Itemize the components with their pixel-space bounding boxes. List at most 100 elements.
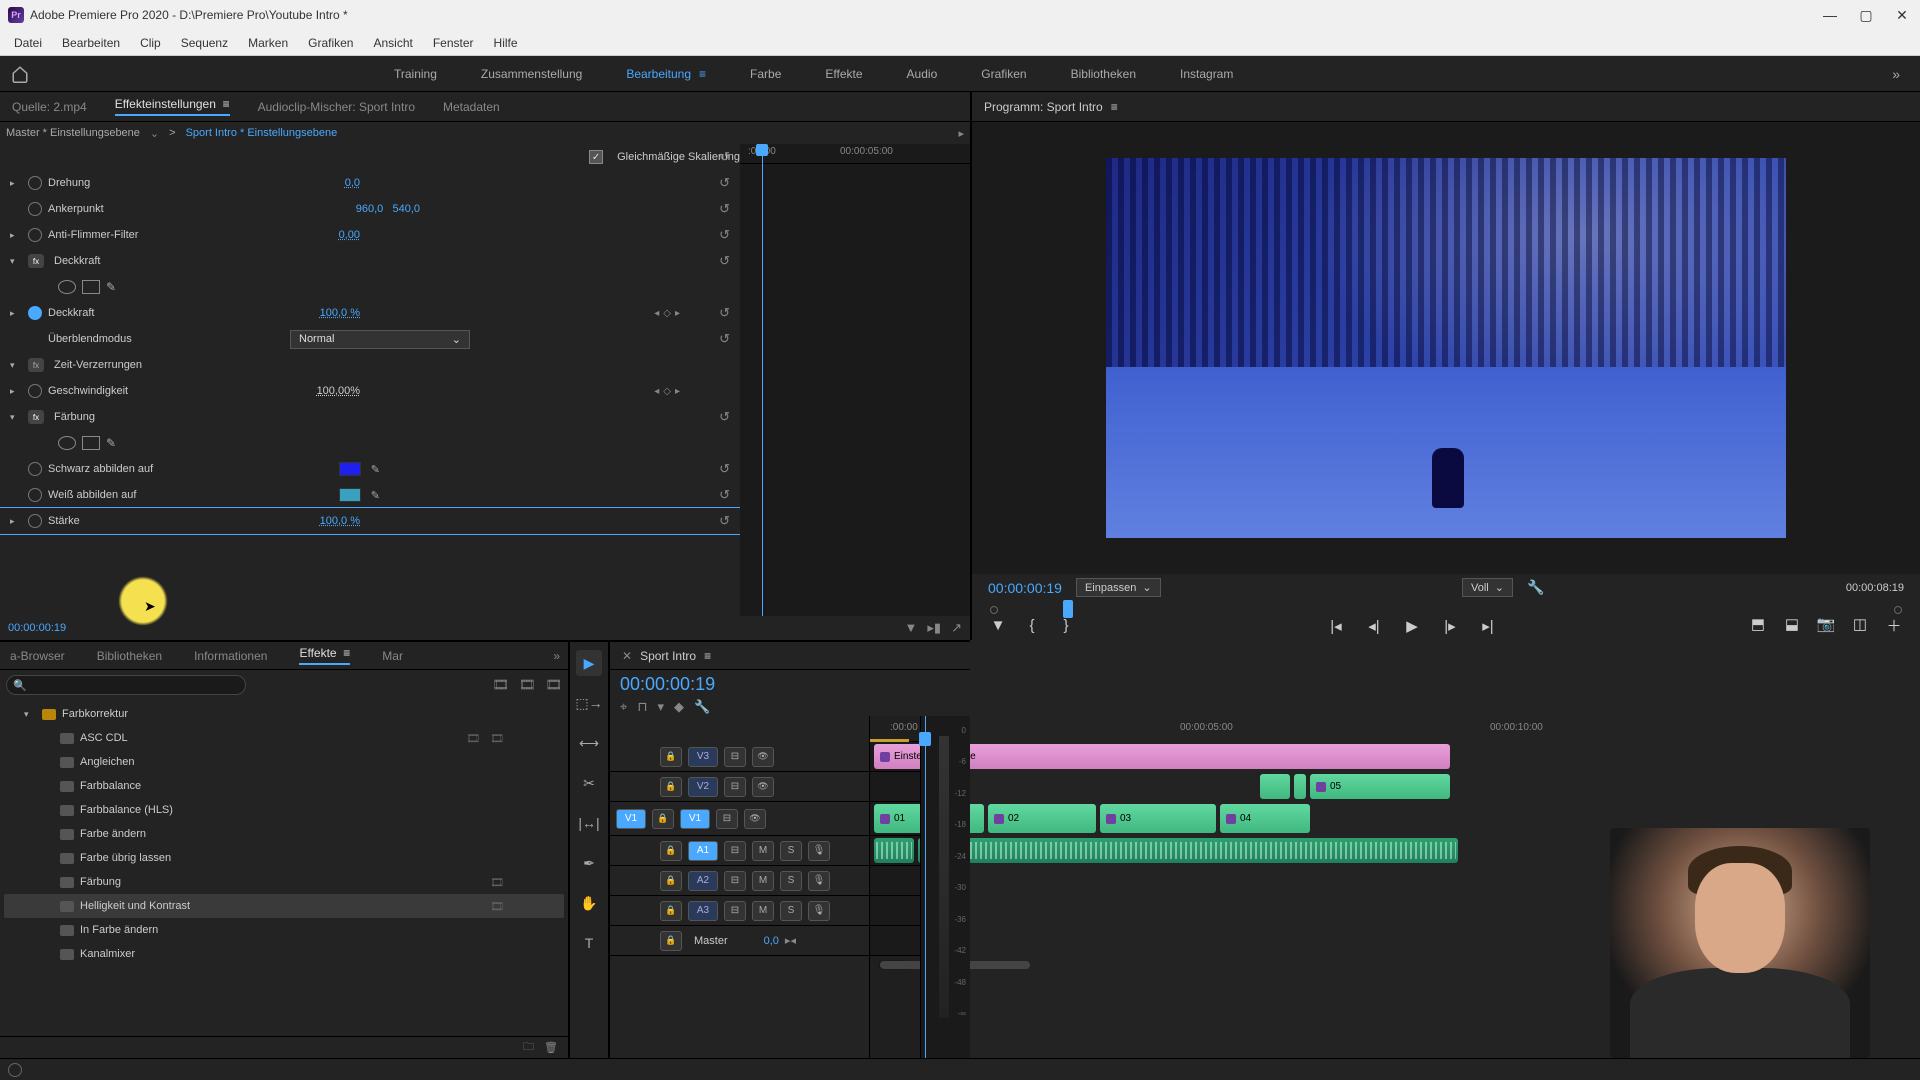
workspace-effects[interactable]: Effekte bbox=[823, 61, 864, 87]
tab-effects[interactable]: Effekte ≡ bbox=[297, 642, 352, 669]
tab-metadata[interactable]: Metadaten bbox=[441, 96, 502, 118]
solo-button[interactable]: S bbox=[780, 871, 802, 891]
go-to-in-icon[interactable]: |◂ bbox=[1326, 617, 1346, 635]
uniform-scale-checkbox[interactable]: ✓ bbox=[589, 150, 603, 164]
menu-edit[interactable]: Bearbeiten bbox=[52, 32, 130, 54]
lock-track-button[interactable] bbox=[660, 777, 682, 797]
effect-item[interactable]: Farbbalance (HLS) bbox=[4, 798, 564, 822]
workspace-editing[interactable]: Bearbeitung≡ bbox=[624, 61, 708, 87]
clip[interactable] bbox=[1294, 774, 1306, 799]
mute-button[interactable]: M bbox=[752, 871, 774, 891]
effect-item[interactable]: Farbbalance bbox=[4, 774, 564, 798]
menu-markers[interactable]: Marken bbox=[238, 32, 298, 54]
sequence-clip-label[interactable]: Sport Intro * Einstellungsebene bbox=[186, 127, 338, 139]
mark-in-icon[interactable]: { bbox=[1022, 617, 1042, 634]
add-button-icon[interactable]: ＋ bbox=[1884, 615, 1904, 636]
ripple-tool[interactable]: ⟷ bbox=[576, 730, 602, 756]
solo-button[interactable]: S bbox=[780, 841, 802, 861]
pen-tool[interactable]: ✒ bbox=[576, 850, 602, 876]
sync-lock-button[interactable] bbox=[716, 809, 738, 829]
twirl-icon[interactable]: ▾ bbox=[10, 412, 22, 423]
selection-tool[interactable]: ▶ bbox=[576, 650, 602, 676]
sync-lock-button[interactable] bbox=[724, 871, 746, 891]
audio-clip[interactable] bbox=[874, 838, 914, 863]
voice-over-button[interactable]: 🎙 bbox=[808, 901, 830, 921]
clip[interactable] bbox=[1260, 774, 1290, 799]
reset-icon[interactable]: ↺ bbox=[719, 513, 730, 529]
wrench-icon[interactable]: 🔧 bbox=[694, 699, 710, 715]
toggle-track-output[interactable] bbox=[744, 809, 766, 829]
fx-badge[interactable]: fx bbox=[28, 410, 44, 424]
workspace-training[interactable]: Training bbox=[392, 61, 439, 87]
fx-type-icon[interactable]: 🎞 bbox=[545, 677, 562, 693]
effect-item[interactable]: Kanalmixer bbox=[4, 942, 564, 966]
effect-item[interactable]: Farbe übrig lassen bbox=[4, 846, 564, 870]
menu-view[interactable]: Ansicht bbox=[363, 32, 422, 54]
voice-over-button[interactable]: 🎙 bbox=[808, 871, 830, 891]
lock-track-button[interactable] bbox=[660, 931, 682, 951]
razor-tool[interactable]: ✂ bbox=[576, 770, 602, 796]
play-toggle-icon[interactable]: ▸ bbox=[958, 127, 964, 140]
filter-icon[interactable]: ▼ bbox=[905, 620, 918, 636]
audio-clip[interactable] bbox=[918, 838, 1458, 863]
map-black-color[interactable] bbox=[339, 462, 361, 476]
sync-lock-button[interactable] bbox=[724, 841, 746, 861]
reset-icon[interactable]: ↺ bbox=[719, 201, 730, 217]
lock-track-button[interactable] bbox=[660, 901, 682, 921]
mute-button[interactable]: M bbox=[752, 841, 774, 861]
timeline-title[interactable]: Sport Intro bbox=[640, 649, 696, 663]
fx-type-icon[interactable]: 🎞 bbox=[519, 677, 536, 693]
opacity-value[interactable]: 100,0 % bbox=[320, 307, 360, 319]
ellipse-mask-icon[interactable] bbox=[58, 436, 76, 450]
twirl-icon[interactable]: ▸ bbox=[10, 516, 22, 527]
track-v1-label[interactable]: V1 bbox=[680, 809, 710, 829]
keyframe-nav[interactable]: ◂◇▸ bbox=[654, 386, 680, 397]
stopwatch-icon[interactable] bbox=[28, 176, 42, 190]
lock-track-button[interactable] bbox=[652, 809, 674, 829]
step-back-icon[interactable]: ◂| bbox=[1364, 617, 1384, 635]
menu-sequence[interactable]: Sequenz bbox=[171, 32, 238, 54]
menu-clip[interactable]: Clip bbox=[130, 32, 171, 54]
tab-media-browser[interactable]: a-Browser bbox=[8, 645, 67, 667]
voice-over-button[interactable]: 🎙 bbox=[808, 841, 830, 861]
twirl-icon[interactable]: ▸ bbox=[10, 386, 22, 397]
new-bin-icon[interactable]: 🗀 bbox=[523, 1038, 534, 1057]
map-white-color[interactable] bbox=[339, 488, 361, 502]
track-v2-label[interactable]: V2 bbox=[688, 777, 718, 797]
tab-effect-controls[interactable]: Effekteinstellungen ≡ bbox=[113, 93, 232, 120]
ec-current-time[interactable]: 00:00:00:19 bbox=[8, 622, 66, 634]
lock-track-button[interactable] bbox=[660, 747, 682, 767]
clip-05[interactable]: 05 bbox=[1310, 774, 1450, 799]
eyedropper-icon[interactable]: ✎ bbox=[371, 463, 380, 476]
effect-item[interactable]: In Farbe ändern bbox=[4, 918, 564, 942]
reset-icon[interactable]: ↺ bbox=[719, 331, 730, 347]
effect-item[interactable]: Färbung🎞 bbox=[4, 870, 564, 894]
menu-help[interactable]: Hilfe bbox=[484, 32, 528, 54]
workspace-audio[interactable]: Audio bbox=[905, 61, 940, 87]
tab-markers[interactable]: Mar bbox=[380, 645, 405, 667]
effect-item[interactable]: ASC CDL🎞🎞 bbox=[4, 726, 564, 750]
sync-lock-button[interactable] bbox=[724, 901, 746, 921]
ellipse-mask-icon[interactable] bbox=[58, 280, 76, 294]
fx-badge[interactable]: fx bbox=[28, 254, 44, 268]
settings-icon[interactable]: ◆ bbox=[674, 699, 684, 715]
go-to-out-icon[interactable]: ▸| bbox=[1478, 617, 1498, 635]
lift-icon[interactable]: ⬒ bbox=[1748, 615, 1768, 636]
stopwatch-icon[interactable] bbox=[28, 488, 42, 502]
track-a1-label[interactable]: A1 bbox=[688, 841, 718, 861]
add-marker-icon[interactable]: ▼ bbox=[988, 617, 1008, 634]
stopwatch-icon[interactable] bbox=[28, 228, 42, 242]
workspace-graphics[interactable]: Grafiken bbox=[979, 61, 1028, 87]
workspace-assembly[interactable]: Zusammenstellung bbox=[479, 61, 584, 87]
program-playhead[interactable] bbox=[1063, 600, 1073, 618]
toggle-track-output[interactable] bbox=[752, 777, 774, 797]
sync-lock-button[interactable] bbox=[724, 747, 746, 767]
slip-tool[interactable]: |↔| bbox=[576, 810, 602, 836]
type-tool[interactable]: T bbox=[576, 930, 602, 956]
reset-icon[interactable]: ↺ bbox=[719, 461, 730, 477]
pen-mask-icon[interactable] bbox=[106, 280, 124, 294]
stopwatch-icon[interactable] bbox=[28, 384, 42, 398]
home-icon[interactable] bbox=[8, 62, 32, 86]
hamburger-icon[interactable]: ≡ bbox=[1111, 100, 1118, 114]
folder-label[interactable]: Farbkorrektur bbox=[62, 708, 128, 720]
